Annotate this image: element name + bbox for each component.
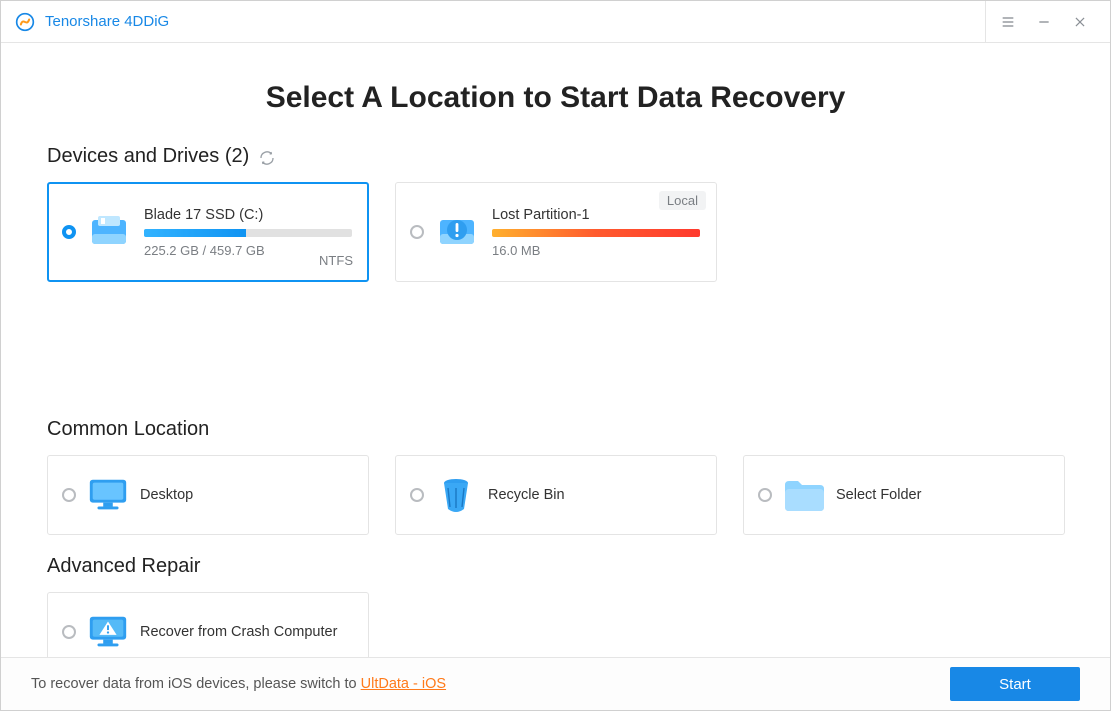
section-common-header: Common Location <box>47 418 1064 441</box>
titlebar-controls <box>985 1 1098 43</box>
footer-prefix: To recover data from iOS devices, please… <box>31 676 361 692</box>
drive-radio[interactable] <box>410 225 424 239</box>
drive-usage-bar <box>144 229 352 237</box>
titlebar-separator <box>985 1 986 43</box>
disk-icon <box>86 212 134 252</box>
warning-disk-icon <box>434 212 482 252</box>
location-radio[interactable] <box>62 488 76 502</box>
location-label: Desktop <box>140 487 193 503</box>
drive-local-tag: Local <box>659 191 706 210</box>
start-button[interactable]: Start <box>950 667 1080 701</box>
drive-radio[interactable] <box>62 225 76 239</box>
drive-body: Blade 17 SSD (C:)225.2 GB / 459.7 GB <box>144 207 354 258</box>
crash-monitor-icon <box>86 612 130 652</box>
minimize-button[interactable] <box>1026 1 1062 43</box>
common-grid: Desktop Recycle Bin Select Folder <box>47 455 1064 535</box>
location-radio[interactable] <box>758 488 772 502</box>
drive-fs-label: NTFS <box>319 253 353 268</box>
drive-body: Lost Partition-116.0 MB <box>492 207 702 258</box>
drive-card-1[interactable]: Lost Partition-116.0 MBLocal <box>395 182 717 282</box>
advanced-card-crash-recovery[interactable]: Recover from Crash Computer <box>47 592 369 657</box>
folder-icon <box>782 475 826 515</box>
footer-link-ultdata[interactable]: UltData - iOS <box>361 676 446 692</box>
footer-text: To recover data from iOS devices, please… <box>31 676 446 692</box>
section-common-title: Common Location <box>47 418 209 441</box>
titlebar-left: Tenorshare 4DDiG <box>15 12 169 32</box>
drive-name: Blade 17 SSD (C:) <box>144 207 354 223</box>
drive-card-0[interactable]: Blade 17 SSD (C:)225.2 GB / 459.7 GBNTFS <box>47 182 369 282</box>
section-advanced-title: Advanced Repair <box>47 555 200 578</box>
drives-grid: Blade 17 SSD (C:)225.2 GB / 459.7 GBNTFS… <box>47 182 1064 398</box>
app-title: Tenorshare 4DDiG <box>45 13 169 30</box>
common-card-select-folder[interactable]: Select Folder <box>743 455 1065 535</box>
close-button[interactable] <box>1062 1 1098 43</box>
main-area: Select A Location to Start Data Recovery… <box>1 43 1110 657</box>
drive-usage-bar <box>492 229 700 237</box>
advanced-grid: Recover from Crash Computer <box>47 592 1064 657</box>
location-radio[interactable] <box>410 488 424 502</box>
monitor-icon <box>86 475 130 515</box>
drive-size-label: 16.0 MB <box>492 243 702 258</box>
location-label: Select Folder <box>836 487 921 503</box>
bin-icon <box>434 475 478 515</box>
page-title: Select A Location to Start Data Recovery <box>47 81 1064 115</box>
section-drives-header: Devices and Drives (2) <box>47 145 1064 168</box>
common-card-desktop[interactable]: Desktop <box>47 455 369 535</box>
titlebar: Tenorshare 4DDiG <box>1 1 1110 43</box>
app-window: Tenorshare 4DDiG Select A Location to St… <box>0 0 1111 711</box>
section-drives-title: Devices and Drives (2) <box>47 145 249 168</box>
common-card-recycle-bin[interactable]: Recycle Bin <box>395 455 717 535</box>
advanced-radio[interactable] <box>62 625 76 639</box>
footer: To recover data from iOS devices, please… <box>1 657 1110 710</box>
app-logo-icon <box>15 12 35 32</box>
section-advanced-header: Advanced Repair <box>47 555 1064 578</box>
location-label: Recycle Bin <box>488 487 565 503</box>
advanced-label: Recover from Crash Computer <box>140 624 337 640</box>
refresh-icon[interactable] <box>259 149 275 165</box>
menu-button[interactable] <box>990 1 1026 43</box>
